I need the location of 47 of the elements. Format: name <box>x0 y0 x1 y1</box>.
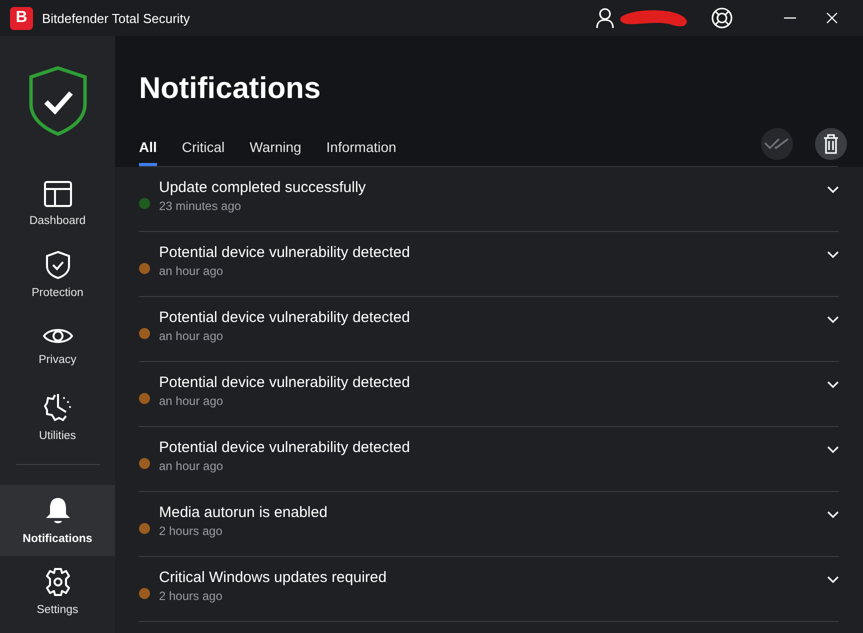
sidebar-item[interactable]: Utilities <box>0 381 115 452</box>
bell-icon <box>44 496 70 524</box>
filter-tab[interactable]: Warning <box>250 128 302 166</box>
chevron-down-icon[interactable] <box>827 316 839 324</box>
notification-time: 23 minutes ago <box>159 199 242 213</box>
sidebar-item[interactable]: Privacy <box>0 310 115 381</box>
delete-button[interactable] <box>815 128 847 160</box>
sidebar-item[interactable]: Notifications <box>0 485 115 556</box>
mark-all-read-button[interactable] <box>761 128 793 160</box>
app-logo: B <box>10 6 33 30</box>
notification-title: Update completed successfully <box>159 179 367 196</box>
shield-check-icon <box>28 66 86 136</box>
shield-check-icon <box>46 250 70 278</box>
notification-time: an hour ago <box>159 459 224 473</box>
notification-time: 2 hours ago <box>159 589 224 603</box>
chevron-down-icon[interactable] <box>827 511 839 519</box>
chevron-down-icon[interactable] <box>827 186 839 194</box>
sidebar-item[interactable]: Dashboard <box>0 168 115 239</box>
settings-icon <box>44 568 72 596</box>
layout-icon <box>44 180 72 206</box>
filter-tab[interactable]: Critical <box>182 128 225 166</box>
notification-time: 2 hours ago <box>159 524 224 538</box>
sidebar-item[interactable]: Protection <box>0 239 115 310</box>
filter-tab[interactable]: Information <box>326 128 396 166</box>
window-title: Bitdefender Total Security <box>42 10 190 26</box>
notification-title: Potential device vulnerability detected <box>159 374 411 391</box>
trash-icon <box>823 134 839 154</box>
notification-time: an hour ago <box>159 264 224 278</box>
chevron-down-icon[interactable] <box>827 251 839 259</box>
sidebar-item[interactable]: Settings <box>0 556 115 627</box>
chevron-down-icon[interactable] <box>827 381 839 389</box>
chevron-down-icon[interactable] <box>827 446 839 454</box>
help-icon[interactable] <box>711 7 733 29</box>
filter-tab[interactable]: All <box>139 128 157 166</box>
notification-title: Potential device vulnerability detected <box>159 439 411 456</box>
gear-clock-icon <box>44 392 72 422</box>
notification-time: an hour ago <box>159 394 224 408</box>
notification-title: Media autorun is enabled <box>159 504 328 521</box>
notification-title: Critical Windows updates required <box>159 569 388 586</box>
chevron-down-icon[interactable] <box>827 576 839 584</box>
notification-title: Potential device vulnerability detected <box>159 309 411 326</box>
notification-time: an hour ago <box>159 329 224 343</box>
user-icon[interactable] <box>595 7 615 29</box>
notification-title: Potential device vulnerability detected <box>159 244 411 261</box>
double-check-icon <box>764 137 790 151</box>
close-icon[interactable] <box>826 12 838 24</box>
page-title: Notifications <box>139 71 322 106</box>
